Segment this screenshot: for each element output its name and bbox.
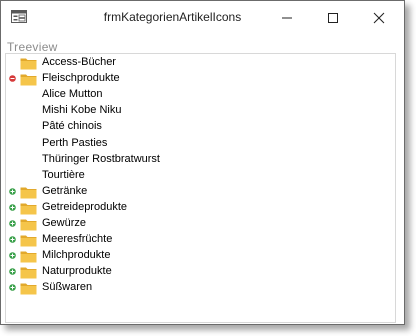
- tree-item-label: Tourtière: [42, 168, 85, 181]
- expand-plus-icon[interactable]: [9, 252, 16, 259]
- tree-node[interactable]: Süßwaren: [6, 280, 395, 296]
- tree-child-item[interactable]: Alice Mutton: [6, 87, 395, 103]
- tree-item-label: Access-Bücher: [42, 56, 116, 68]
- tree-node[interactable]: Gewürze: [6, 216, 395, 232]
- tree-item-label: Mishi Kobe Niku: [42, 104, 122, 117]
- expand-plus-icon[interactable]: [9, 204, 16, 211]
- tree-item-label: Fleischprodukte: [42, 72, 120, 85]
- tree-item-label: Meeresfrüchte: [42, 233, 113, 246]
- form-window: frmKategorienArtikelIcons Treeview Acces…: [0, 0, 405, 325]
- folder-icon: [20, 235, 37, 247]
- tree-item-label: Perth Pasties: [42, 136, 108, 149]
- maximize-button[interactable]: [310, 1, 356, 34]
- title-bar[interactable]: frmKategorienArtikelIcons: [1, 1, 404, 34]
- tree-node[interactable]: Meeresfrüchte: [6, 232, 395, 248]
- close-button[interactable]: [356, 1, 402, 34]
- folder-icon: [20, 251, 37, 263]
- tree-child-item[interactable]: Pâté chinois: [6, 119, 395, 135]
- tree-item-label: Naturprodukte: [42, 265, 112, 278]
- minimize-button[interactable]: [264, 1, 310, 34]
- tree-item-label: Milchprodukte: [42, 249, 111, 262]
- folder-icon: [20, 74, 37, 86]
- tree-node[interactable]: Naturprodukte: [6, 264, 395, 280]
- tree-child-item[interactable]: Thüringer Rostbratwurst: [6, 152, 395, 168]
- tree-item-label: Gewürze: [42, 217, 87, 229]
- tree-node[interactable]: Getränke: [6, 184, 395, 200]
- minimize-icon: [282, 17, 292, 18]
- tree-item-label: Getränke: [42, 184, 88, 197]
- form-icon: [11, 10, 27, 23]
- tree-item-label: Thüringer Rostbratwurst: [42, 152, 160, 165]
- tree-child-item[interactable]: Mishi Kobe Niku: [6, 103, 395, 119]
- expand-plus-icon[interactable]: [9, 236, 16, 243]
- tree-child-item[interactable]: Perth Pasties: [6, 136, 395, 152]
- folder-icon: [20, 58, 37, 70]
- window-title: frmKategorienArtikelIcons: [103, 10, 242, 24]
- folder-icon: [20, 219, 37, 231]
- treeview-control[interactable]: Access-Bücher Fleischprodukte Alice Mutton…: [5, 53, 396, 323]
- maximize-icon: [328, 12, 338, 23]
- tree-item-label: Pâté chinois: [42, 120, 102, 133]
- tree-item-label: Süßwaren: [42, 281, 93, 294]
- expand-plus-icon[interactable]: [9, 220, 16, 227]
- tree-item-label: Alice Mutton: [42, 88, 103, 101]
- expand-plus-icon[interactable]: [9, 268, 16, 276]
- tree-node[interactable]: Getreideprodukte: [6, 200, 395, 216]
- folder-icon: [20, 187, 37, 199]
- form-body: Treeview Access-Bücher Fleischprodukte Ali…: [1, 34, 404, 324]
- expand-plus-icon[interactable]: [9, 187, 16, 195]
- close-icon: [373, 12, 385, 23]
- collapse-minus-icon[interactable]: [9, 75, 16, 82]
- treeview-label: Treeview: [7, 40, 58, 54]
- folder-icon: [20, 267, 37, 279]
- expand-plus-icon[interactable]: [9, 284, 16, 292]
- tree-item-label: Getreideprodukte: [42, 200, 127, 213]
- tree-child-item[interactable]: Tourtière: [6, 168, 395, 184]
- folder-icon: [20, 283, 37, 295]
- folder-icon: [20, 203, 37, 215]
- tree-node[interactable]: Fleischprodukte: [6, 71, 395, 87]
- tree-node[interactable]: Milchprodukte: [6, 248, 395, 264]
- tree-node[interactable]: Access-Bücher: [6, 55, 395, 71]
